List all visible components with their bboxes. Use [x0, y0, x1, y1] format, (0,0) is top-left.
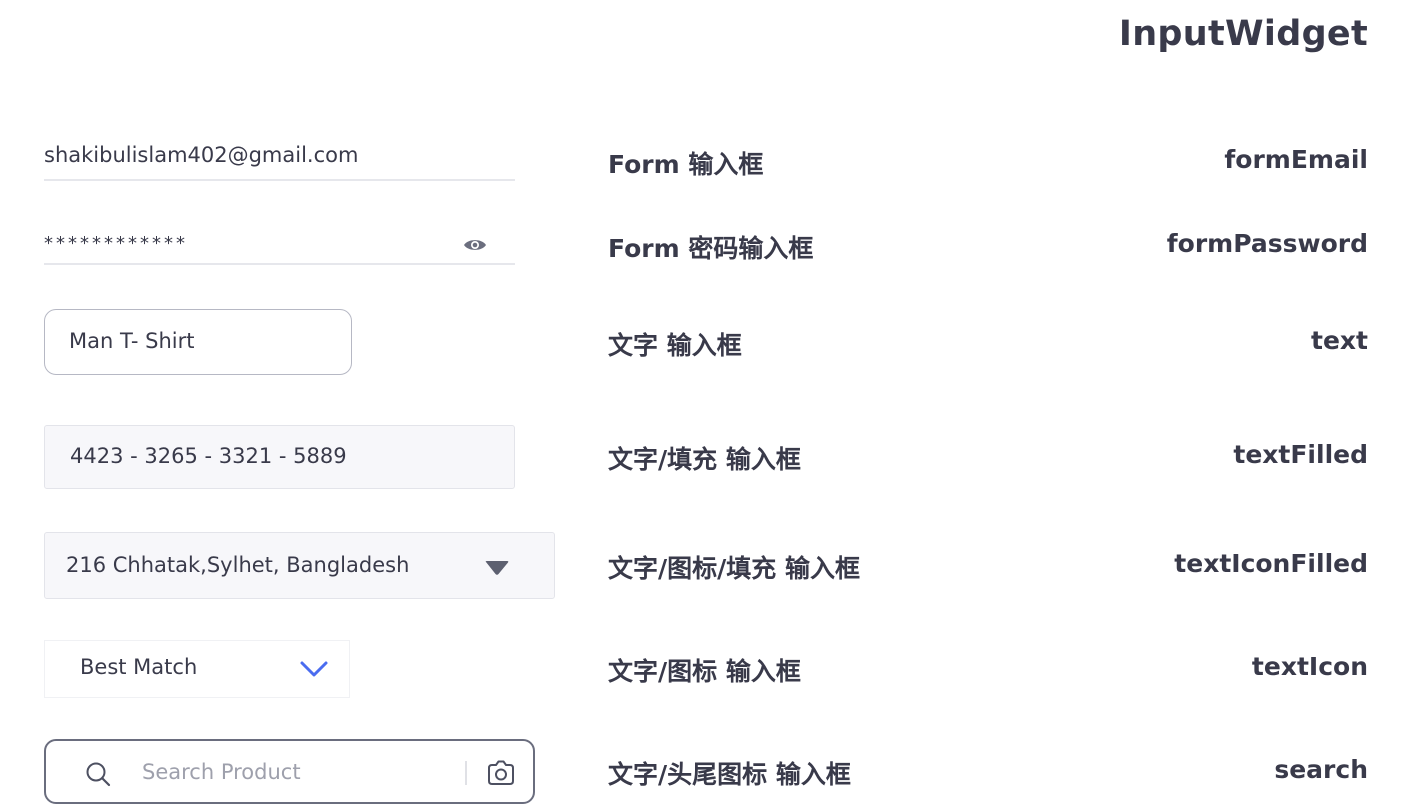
text-input[interactable]: Man T- Shirt	[44, 309, 352, 375]
search-divider	[465, 761, 467, 785]
email-value: shakibulislam402@gmail.com	[44, 143, 359, 167]
card-number-input[interactable]: 4423 - 3265 - 3321 - 5889	[44, 425, 515, 489]
row-name-search: search	[1274, 755, 1368, 784]
card-number-value: 4423 - 3265 - 3321 - 5889	[70, 444, 347, 468]
row-label-text-filled: 文字/填充 输入框	[608, 445, 801, 474]
email-field[interactable]: shakibulislam402@gmail.com	[44, 143, 515, 181]
row-name-text-icon: textIcon	[1251, 652, 1368, 681]
password-value: ************	[44, 233, 188, 254]
caret-down-filled-icon[interactable]	[484, 560, 510, 576]
text-input-value: Man T- Shirt	[69, 329, 195, 353]
chevron-down-icon[interactable]	[299, 659, 329, 679]
row-name-form-email: formEmail	[1224, 145, 1368, 174]
row-label-text-icon-filled: 文字/图标/填充 输入框	[608, 554, 860, 583]
sort-dropdown[interactable]: Best Match	[44, 640, 350, 698]
row-name-text-filled: textFilled	[1233, 440, 1368, 469]
eye-icon[interactable]	[463, 237, 487, 253]
password-field[interactable]: ************	[44, 227, 515, 265]
row-label-search: 文字/头尾图标 输入框	[608, 760, 851, 789]
row-name-form-password: formPassword	[1166, 229, 1368, 258]
page-title: InputWidget	[1118, 14, 1368, 54]
sort-value: Best Match	[80, 655, 198, 679]
row-label-text: 文字 输入框	[608, 331, 742, 360]
search-field[interactable]	[44, 739, 535, 804]
row-name-text-icon-filled: textIconFilled	[1174, 549, 1368, 578]
row-name-text: text	[1311, 326, 1368, 355]
address-dropdown[interactable]: 216 Chhatak,Sylhet, Bangladesh	[44, 532, 555, 599]
camera-icon[interactable]	[486, 759, 516, 787]
row-label-text-icon: 文字/图标 输入框	[608, 657, 801, 686]
row-label-form-password: Form 密码输入框	[608, 234, 814, 263]
search-icon	[86, 762, 111, 787]
address-value: 216 Chhatak,Sylhet, Bangladesh	[66, 553, 410, 577]
search-input[interactable]	[142, 757, 442, 787]
row-label-form-email: Form 输入框	[608, 150, 764, 179]
